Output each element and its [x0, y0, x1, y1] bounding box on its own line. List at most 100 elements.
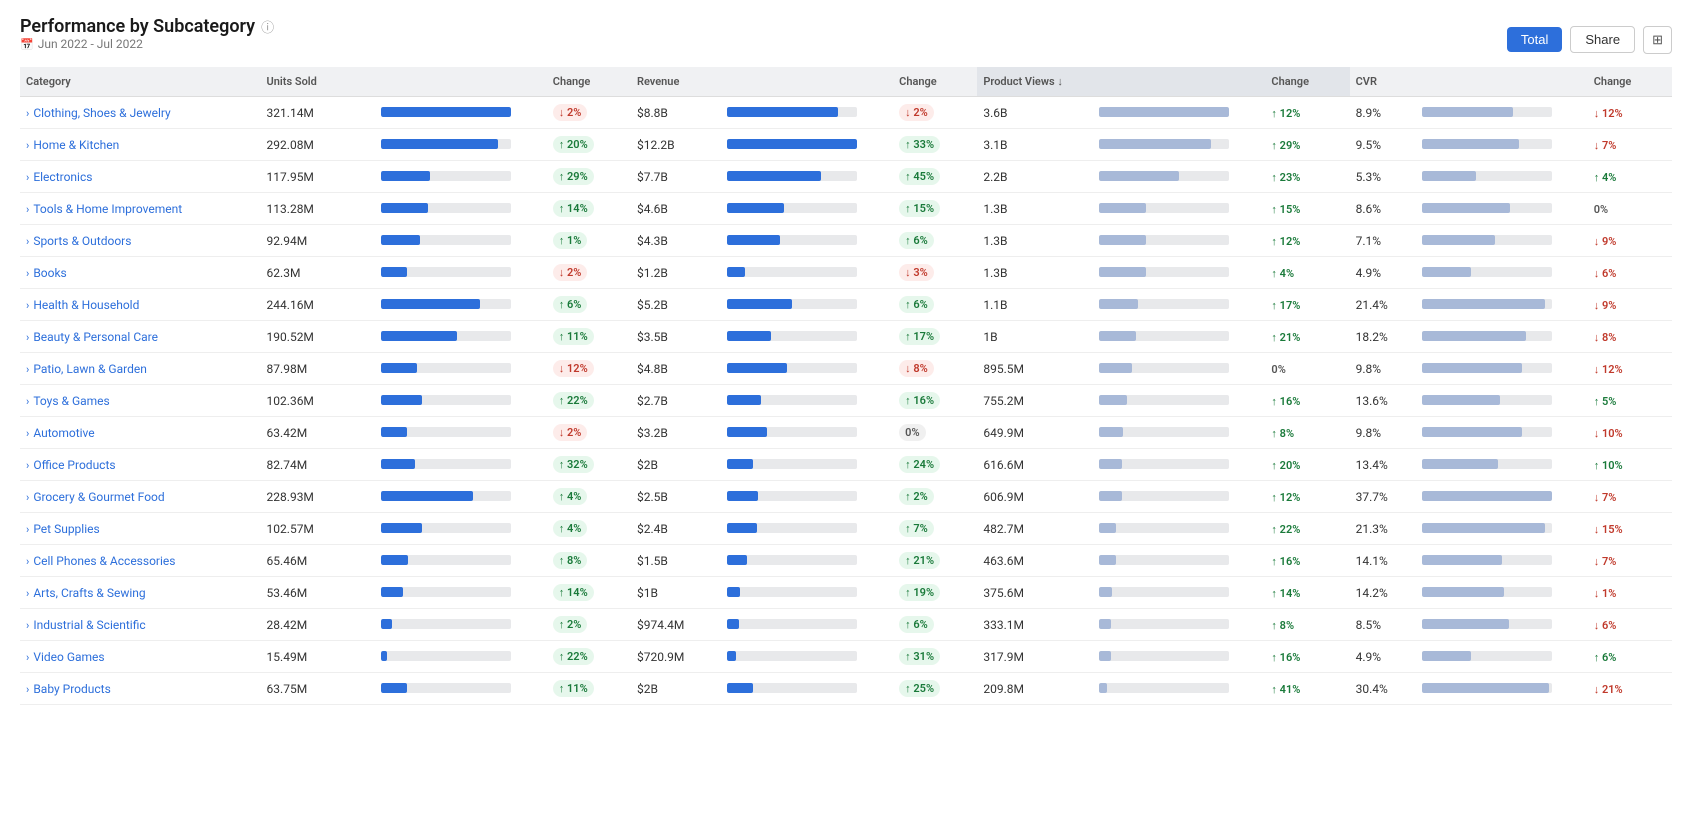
- expand-row-button[interactable]: ›: [26, 619, 29, 632]
- product-views-value: 482.7M: [977, 513, 1087, 545]
- revenue-value: $2.5B: [631, 481, 715, 513]
- col-header-cvr-change: Change: [1588, 67, 1672, 97]
- product-views-bar: [1087, 97, 1265, 129]
- share-button[interactable]: Share: [1570, 26, 1635, 53]
- units-bar: [369, 129, 547, 161]
- expand-row-button[interactable]: ›: [26, 523, 29, 536]
- cvr-bar: [1410, 481, 1588, 513]
- units-bar: [369, 577, 547, 609]
- col-header-units: Units Sold: [261, 67, 369, 97]
- expand-row-button[interactable]: ›: [26, 299, 29, 312]
- units-change: ↑ 4%: [547, 513, 631, 545]
- product-views-change: ↑ 8%: [1265, 609, 1349, 641]
- category-link[interactable]: Electronics: [33, 170, 92, 184]
- category-link[interactable]: Clothing, Shoes & Jewelry: [33, 106, 170, 120]
- product-views-value: 3.6B: [977, 97, 1087, 129]
- units-change: ↑ 6%: [547, 289, 631, 321]
- cvr-value: 13.6%: [1350, 385, 1410, 417]
- expand-row-button[interactable]: ›: [26, 491, 29, 504]
- category-link[interactable]: Pet Supplies: [33, 522, 99, 536]
- units-change: ↑ 1%: [547, 225, 631, 257]
- revenue-value: $8.8B: [631, 97, 715, 129]
- revenue-bar: [715, 577, 893, 609]
- table-row: ›Electronics117.95M↑ 29%$7.7B↑ 45%2.2B↑ …: [20, 161, 1672, 193]
- cvr-bar: [1410, 609, 1588, 641]
- cvr-bar: [1410, 577, 1588, 609]
- category-link[interactable]: Video Games: [33, 650, 104, 664]
- units-bar: [369, 545, 547, 577]
- expand-row-button[interactable]: ›: [26, 171, 29, 184]
- category-link[interactable]: Arts, Crafts & Sewing: [33, 586, 145, 600]
- units-sold-value: 244.16M: [261, 289, 369, 321]
- category-link[interactable]: Cell Phones & Accessories: [33, 554, 175, 568]
- expand-row-button[interactable]: ›: [26, 395, 29, 408]
- units-sold-value: 28.42M: [261, 609, 369, 641]
- revenue-change: ↑ 19%: [893, 577, 977, 609]
- category-link[interactable]: Sports & Outdoors: [33, 234, 131, 248]
- cvr-bar: [1410, 417, 1588, 449]
- expand-row-button[interactable]: ›: [26, 107, 29, 120]
- product-views-value: 895.5M: [977, 353, 1087, 385]
- expand-row-button[interactable]: ›: [26, 331, 29, 344]
- revenue-change: ↑ 15%: [893, 193, 977, 225]
- units-change: ↑ 14%: [547, 193, 631, 225]
- product-views-change: ↑ 41%: [1265, 673, 1349, 705]
- cvr-bar: [1410, 321, 1588, 353]
- category-link[interactable]: Tools & Home Improvement: [33, 202, 182, 216]
- category-link[interactable]: Health & Household: [33, 298, 139, 312]
- category-link[interactable]: Office Products: [33, 458, 115, 472]
- cvr-change: ↓ 7%: [1588, 545, 1672, 577]
- category-link[interactable]: Patio, Lawn & Garden: [33, 362, 147, 376]
- cvr-bar: [1410, 129, 1588, 161]
- category-link[interactable]: Industrial & Scientific: [33, 618, 145, 632]
- expand-row-button[interactable]: ›: [26, 139, 29, 152]
- units-change: ↑ 22%: [547, 385, 631, 417]
- product-views-value: 209.8M: [977, 673, 1087, 705]
- col-header-product-views[interactable]: Product Views ↓: [977, 67, 1087, 97]
- product-views-value: 755.2M: [977, 385, 1087, 417]
- category-link[interactable]: Baby Products: [33, 682, 110, 696]
- col-header-units-bar: [369, 67, 547, 97]
- expand-row-button[interactable]: ›: [26, 427, 29, 440]
- expand-row-button[interactable]: ›: [26, 203, 29, 216]
- units-sold-value: 87.98M: [261, 353, 369, 385]
- table-row: ›Toys & Games102.36M↑ 22%$2.7B↑ 16%755.2…: [20, 385, 1672, 417]
- expand-row-button[interactable]: ›: [26, 683, 29, 696]
- expand-row-button[interactable]: ›: [26, 651, 29, 664]
- category-link[interactable]: Toys & Games: [33, 394, 109, 408]
- expand-row-button[interactable]: ›: [26, 459, 29, 472]
- cvr-change: ↓ 21%: [1588, 673, 1672, 705]
- units-change: ↑ 11%: [547, 321, 631, 353]
- category-link[interactable]: Automotive: [33, 426, 94, 440]
- category-link[interactable]: Books: [33, 266, 66, 280]
- revenue-bar: [715, 545, 893, 577]
- calendar-icon: 📅: [20, 38, 34, 51]
- total-button[interactable]: Total: [1507, 27, 1562, 52]
- units-bar: [369, 513, 547, 545]
- units-change: ↑ 8%: [547, 545, 631, 577]
- expand-row-button[interactable]: ›: [26, 587, 29, 600]
- table-row: ›Tools & Home Improvement113.28M↑ 14%$4.…: [20, 193, 1672, 225]
- expand-row-button[interactable]: ›: [26, 235, 29, 248]
- product-views-change: ↑ 15%: [1265, 193, 1349, 225]
- cvr-change: ↑ 4%: [1588, 161, 1672, 193]
- category-link[interactable]: Home & Kitchen: [33, 138, 119, 152]
- cvr-value: 18.2%: [1350, 321, 1410, 353]
- expand-row-button[interactable]: ›: [26, 267, 29, 280]
- revenue-change: 0%: [893, 417, 977, 449]
- expand-row-button[interactable]: ›: [26, 555, 29, 568]
- product-views-change: ↑ 16%: [1265, 641, 1349, 673]
- revenue-change: ↓ 8%: [893, 353, 977, 385]
- units-change: ↑ 22%: [547, 641, 631, 673]
- category-link[interactable]: Beauty & Personal Care: [33, 330, 158, 344]
- units-bar: [369, 481, 547, 513]
- cvr-value: 21.3%: [1350, 513, 1410, 545]
- category-link[interactable]: Grocery & Gourmet Food: [33, 490, 164, 504]
- expand-row-button[interactable]: ›: [26, 363, 29, 376]
- units-bar: [369, 257, 547, 289]
- export-button[interactable]: ⊞: [1643, 26, 1672, 54]
- table-row: ›Pet Supplies102.57M↑ 4%$2.4B↑ 7%482.7M↑…: [20, 513, 1672, 545]
- table-row: ›Automotive63.42M↓ 2%$3.2B0%649.9M↑ 8%9.…: [20, 417, 1672, 449]
- info-icon[interactable]: ⓘ: [261, 17, 274, 36]
- cvr-change: ↓ 6%: [1588, 257, 1672, 289]
